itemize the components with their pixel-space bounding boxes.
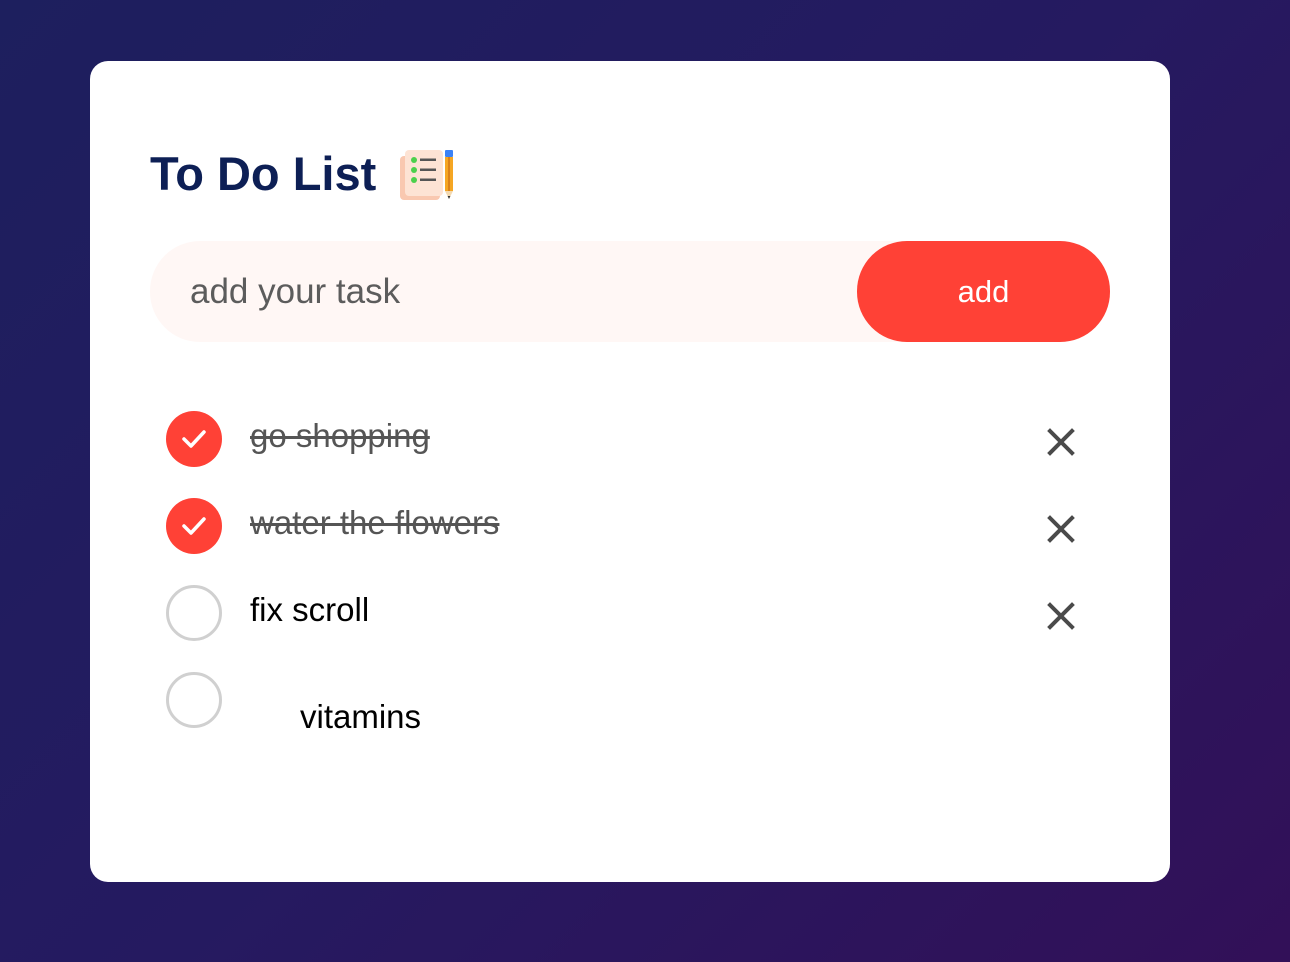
checkmark-icon [182, 517, 206, 535]
task-input-row: add [150, 241, 1110, 342]
task-input[interactable] [190, 241, 810, 342]
add-button[interactable]: add [857, 241, 1110, 342]
task-checkbox-checked[interactable] [166, 498, 222, 554]
task-text: fix scroll [250, 591, 370, 628]
notepad-pencil-icon [400, 150, 454, 200]
task-text: water the flowers [250, 504, 500, 541]
close-icon[interactable] [1046, 514, 1076, 544]
page-title: To Do List [150, 146, 377, 200]
task-checkbox-unchecked[interactable] [166, 672, 222, 728]
task-item[interactable]: fix scroll [166, 585, 1126, 672]
task-item[interactable]: go shopping [166, 411, 1126, 498]
task-item[interactable]: vitamins [166, 672, 1126, 759]
task-list: go shopping water the flowers fix scroll [166, 411, 1126, 759]
checkmark-icon [182, 430, 206, 448]
task-item[interactable]: water the flowers [166, 498, 1126, 585]
todo-card: To Do List add go shop [90, 61, 1170, 882]
close-icon[interactable] [1046, 427, 1076, 457]
header: To Do List [150, 143, 456, 203]
task-checkbox-unchecked[interactable] [166, 585, 222, 641]
task-checkbox-checked[interactable] [166, 411, 222, 467]
close-icon[interactable] [1046, 601, 1076, 631]
task-text: go shopping [250, 417, 430, 454]
task-text: vitamins [300, 698, 422, 735]
